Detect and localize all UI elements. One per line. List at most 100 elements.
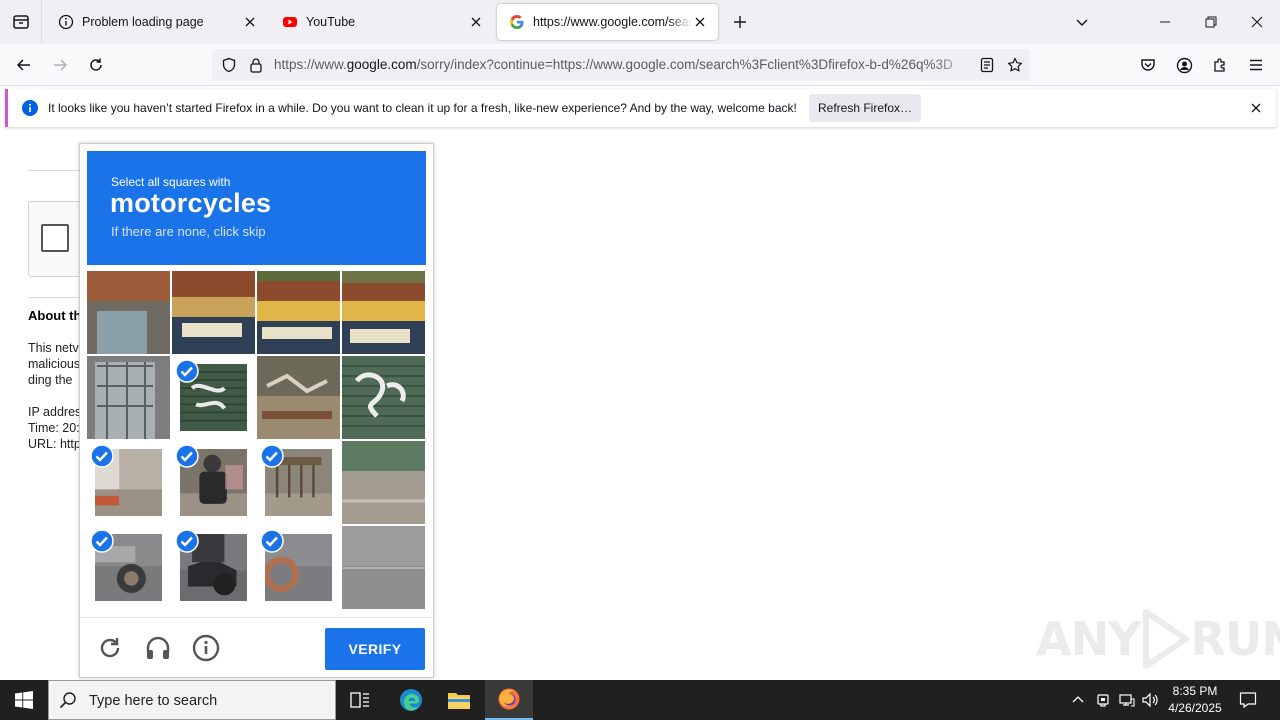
windows-taskbar: Type here to search 8:35 PM 4/26/2025 [0, 680, 1280, 720]
tab-title: https://www.google.com/search [533, 15, 692, 29]
notification-center-button[interactable] [1238, 690, 1258, 710]
close-icon [1251, 16, 1263, 28]
image-tile[interactable] [257, 271, 340, 354]
notification-icon [1239, 692, 1257, 709]
puzzle-piece-icon [1214, 58, 1225, 72]
back-button[interactable] [10, 51, 38, 79]
tab-google-search[interactable]: https://www.google.com/search [497, 4, 718, 40]
pocket-button[interactable] [1134, 51, 1162, 79]
checkmark-icon [175, 529, 199, 553]
image-tile[interactable] [87, 271, 170, 354]
volume-tray-icon[interactable] [1141, 690, 1161, 710]
restore-button[interactable] [1188, 0, 1234, 44]
new-tab-button[interactable] [728, 10, 752, 34]
image-tile[interactable] [342, 526, 425, 609]
image-grid [87, 271, 426, 610]
network-tray-icon[interactable] [1117, 690, 1137, 710]
verify-button[interactable]: VERIFY [325, 628, 425, 670]
image-tile[interactable] [87, 441, 170, 524]
tab-title: YouTube [306, 15, 356, 29]
chevron-down-icon [1076, 19, 1088, 26]
checkmark-icon [175, 444, 199, 468]
image-tile[interactable] [257, 526, 340, 609]
google-icon [510, 15, 524, 29]
account-button[interactable] [1170, 51, 1198, 79]
search-placeholder: Type here to search [89, 693, 218, 709]
image-tile[interactable] [172, 356, 255, 439]
tile-image [257, 271, 340, 354]
minimize-button[interactable] [1142, 0, 1188, 44]
lock-icon[interactable] [247, 56, 265, 74]
image-tile[interactable] [257, 441, 340, 524]
audio-challenge-button[interactable] [144, 634, 172, 662]
tab-problem-loading[interactable]: Problem loading page [46, 4, 268, 40]
task-view-button[interactable] [336, 680, 384, 720]
arrow-left-icon [16, 59, 30, 71]
info-circle-icon [192, 634, 220, 662]
edge-icon [400, 689, 422, 711]
plus-icon [734, 16, 746, 28]
checkmark-icon [90, 529, 114, 553]
tab-close-icon[interactable] [468, 14, 484, 30]
show-hidden-icons-button[interactable] [1068, 690, 1088, 710]
reader-mode-icon[interactable] [978, 56, 996, 74]
speaker-icon [1142, 692, 1158, 708]
tile-image [342, 271, 425, 354]
tile-image [87, 271, 170, 354]
system-clock[interactable]: 8:35 PM 4/26/2025 [1162, 683, 1228, 717]
image-tile[interactable] [342, 271, 425, 354]
hamburger-menu-icon [1250, 59, 1262, 71]
list-all-tabs-button[interactable] [1070, 10, 1094, 34]
image-tile[interactable] [342, 441, 425, 524]
image-tile[interactable] [342, 356, 425, 439]
file-explorer-taskbar-button[interactable] [435, 680, 483, 720]
tab-youtube[interactable]: YouTube [270, 4, 494, 40]
url-text[interactable]: https://www.google.com/sorry/index?conti… [274, 49, 974, 81]
checkmark-icon [90, 444, 114, 468]
image-tile[interactable] [257, 356, 340, 439]
app-menu-button[interactable] [1242, 51, 1270, 79]
firefox-view-button[interactable] [0, 0, 42, 44]
address-bar[interactable]: https://www.google.com/sorry/index?conti… [212, 49, 1030, 81]
image-tile[interactable] [87, 356, 170, 439]
tab-close-icon[interactable] [692, 14, 708, 30]
tile-image [87, 356, 170, 439]
image-tile[interactable] [172, 526, 255, 609]
windows-logo-icon [15, 691, 33, 709]
notification-close-button[interactable] [1248, 100, 1264, 116]
firefox-taskbar-button[interactable] [485, 680, 533, 720]
reload-challenge-button[interactable] [96, 634, 124, 662]
close-window-button[interactable] [1234, 0, 1280, 44]
checkmark-icon [175, 359, 199, 383]
shield-icon[interactable] [220, 56, 238, 74]
image-tile[interactable] [172, 441, 255, 524]
start-button[interactable] [0, 680, 48, 720]
reload-button[interactable] [82, 51, 110, 79]
checkmark-icon [260, 529, 284, 553]
close-icon [1251, 103, 1261, 113]
image-tile[interactable] [87, 526, 170, 609]
extensions-button[interactable] [1206, 51, 1234, 79]
minimize-icon [1160, 21, 1170, 23]
image-tile[interactable] [172, 271, 255, 354]
firefox-view-icon [12, 15, 29, 29]
edge-taskbar-button[interactable] [387, 680, 435, 720]
reload-icon [90, 58, 102, 71]
notification-message: It looks like you haven’t started Firefo… [48, 101, 797, 115]
tile-image [342, 356, 425, 439]
taskbar-search-box[interactable]: Type here to search [48, 680, 336, 720]
help-button[interactable] [192, 634, 220, 662]
recaptcha-checkbox[interactable] [41, 224, 69, 252]
pocket-icon [1141, 59, 1155, 71]
tile-image [342, 441, 425, 524]
bookmark-star-icon[interactable] [1006, 56, 1024, 74]
tab-close-icon[interactable] [242, 14, 258, 30]
headphones-icon [146, 636, 170, 659]
clock-date: 4/26/2025 [1168, 701, 1222, 715]
refresh-firefox-button[interactable]: Refresh Firefox… [809, 94, 921, 122]
task-view-icon [350, 692, 369, 708]
forward-button[interactable] [46, 51, 74, 79]
device-tray-icon[interactable] [1093, 690, 1113, 710]
about-text: This netv malicious ding the IP addres T… [28, 341, 82, 451]
account-icon [1176, 57, 1192, 73]
